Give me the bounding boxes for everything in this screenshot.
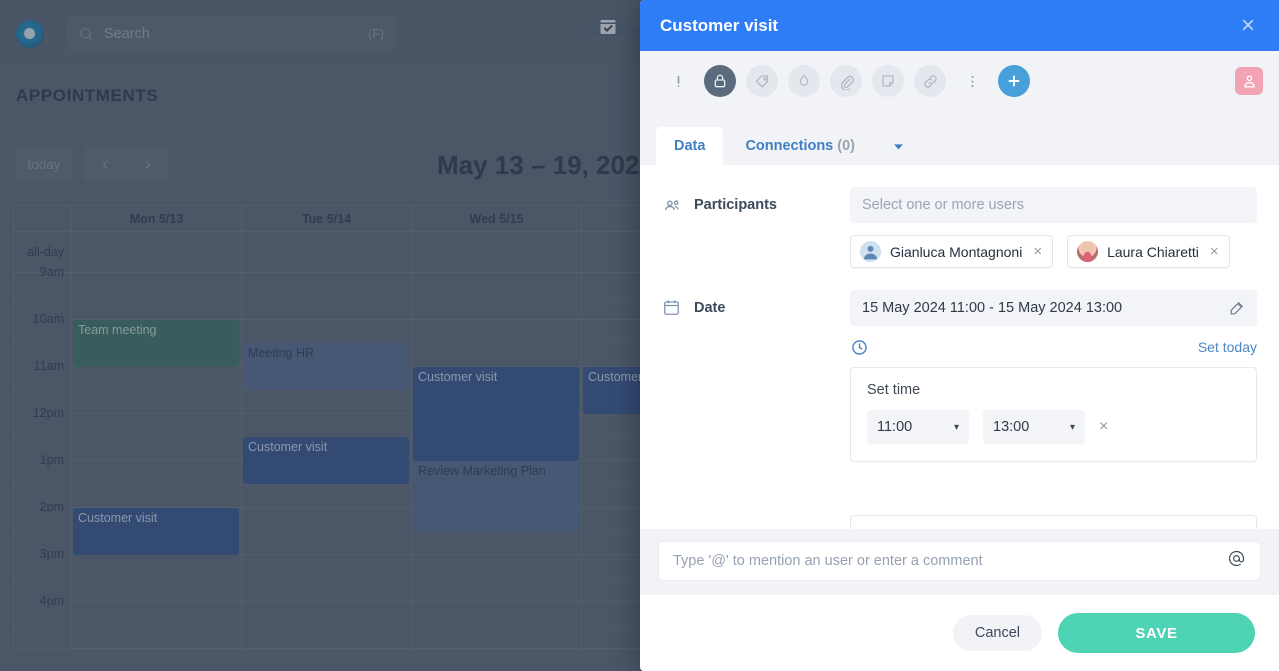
comment-input[interactable]: Type '@' to mention an user or enter a c…	[658, 541, 1261, 581]
date-value: 15 May 2024 11:00 - 15 May 2024 13:00	[862, 300, 1122, 316]
avatar	[1077, 241, 1098, 262]
date-value-input[interactable]: 15 May 2024 11:00 - 15 May 2024 13:00	[850, 290, 1257, 326]
clear-time-icon[interactable]: ×	[1099, 418, 1108, 436]
customer-visit-modal: Customer visit ×	[640, 0, 1279, 671]
modal-tabs: Data Connections (0)	[640, 111, 1279, 165]
participants-label-group: Participants	[662, 187, 850, 215]
participant-name: Gianluca Montagnoni	[890, 244, 1022, 260]
tab-data-label: Data	[674, 138, 705, 154]
at-icon[interactable]	[1227, 549, 1246, 573]
participants-label: Participants	[694, 197, 777, 213]
clock-icon[interactable]	[850, 338, 869, 357]
date-label: Date	[694, 300, 725, 316]
set-today-link[interactable]: Set today	[1198, 339, 1257, 355]
people-icon	[662, 195, 682, 215]
remove-participant-icon[interactable]: ×	[1210, 244, 1219, 259]
avatar	[860, 241, 881, 262]
comment-bar: Type '@' to mention an user or enter a c…	[640, 529, 1279, 595]
end-time-select[interactable]: 13:00 ▾	[983, 410, 1085, 444]
link-icon[interactable]	[914, 65, 946, 97]
tab-data[interactable]: Data	[656, 127, 723, 165]
modal-title: Customer visit	[660, 16, 1235, 36]
date-row: Date 15 May 2024 11:00 - 15 May 2024 13:…	[640, 268, 1279, 462]
participants-row: Participants Select one or more users	[640, 165, 1279, 268]
date-field: 15 May 2024 11:00 - 15 May 2024 13:00	[850, 290, 1257, 462]
participant-chip[interactable]: Laura Chiaretti ×	[1067, 235, 1230, 268]
chevron-down-icon[interactable]	[891, 127, 906, 165]
close-icon[interactable]: ×	[1235, 13, 1261, 39]
participant-name: Laura Chiaretti	[1107, 244, 1199, 260]
set-time-controls: 11:00 ▾ 13:00 ▾ ×	[867, 410, 1240, 444]
modal-icon-toolbar	[640, 51, 1279, 111]
more-vertical-icon[interactable]	[956, 65, 988, 97]
cancel-button[interactable]: Cancel	[953, 615, 1042, 651]
date-subrow: Set today	[850, 336, 1257, 358]
start-time-value: 11:00	[877, 419, 912, 435]
participants-field: Select one or more users Gianluca Montag…	[850, 187, 1257, 268]
tab-connections-count: (0)	[837, 138, 855, 154]
comment-placeholder: Type '@' to mention an user or enter a c…	[673, 553, 983, 569]
tag-icon[interactable]	[746, 65, 778, 97]
save-button[interactable]: SAVE	[1058, 613, 1255, 653]
next-section-partial	[850, 515, 1257, 529]
chevron-down-icon: ▾	[954, 422, 959, 433]
set-time-card: Set time 11:00 ▾ 13:00 ▾ ×	[850, 367, 1257, 462]
date-label-group: Date	[662, 290, 850, 318]
tab-connections[interactable]: Connections (0)	[727, 127, 873, 165]
add-icon[interactable]	[998, 65, 1030, 97]
note-icon[interactable]	[872, 65, 904, 97]
participant-chips: Gianluca Montagnoni × Laura Chiaretti ×	[850, 235, 1257, 268]
modal-footer: Cancel SAVE	[640, 595, 1279, 671]
lock-icon[interactable]	[704, 65, 736, 97]
set-time-title: Set time	[867, 382, 1240, 398]
edit-pencil-icon[interactable]	[1228, 300, 1245, 317]
participant-chip[interactable]: Gianluca Montagnoni ×	[850, 235, 1053, 268]
droplet-icon[interactable]	[788, 65, 820, 97]
paperclip-icon[interactable]	[830, 65, 862, 97]
participants-placeholder: Select one or more users	[862, 197, 1024, 213]
person-outline-icon[interactable]	[1235, 67, 1263, 95]
calendar-icon	[662, 298, 682, 318]
start-time-select[interactable]: 11:00 ▾	[867, 410, 969, 444]
end-time-value: 13:00	[993, 419, 1029, 435]
chevron-down-icon: ▾	[1070, 422, 1075, 433]
tab-connections-label: Connections	[745, 138, 833, 154]
remove-participant-icon[interactable]: ×	[1033, 244, 1042, 259]
participants-select-input[interactable]: Select one or more users	[850, 187, 1257, 223]
priority-exclamation-icon[interactable]	[662, 65, 694, 97]
modal-body: Participants Select one or more users	[640, 165, 1279, 529]
modal-header: Customer visit ×	[640, 0, 1279, 51]
